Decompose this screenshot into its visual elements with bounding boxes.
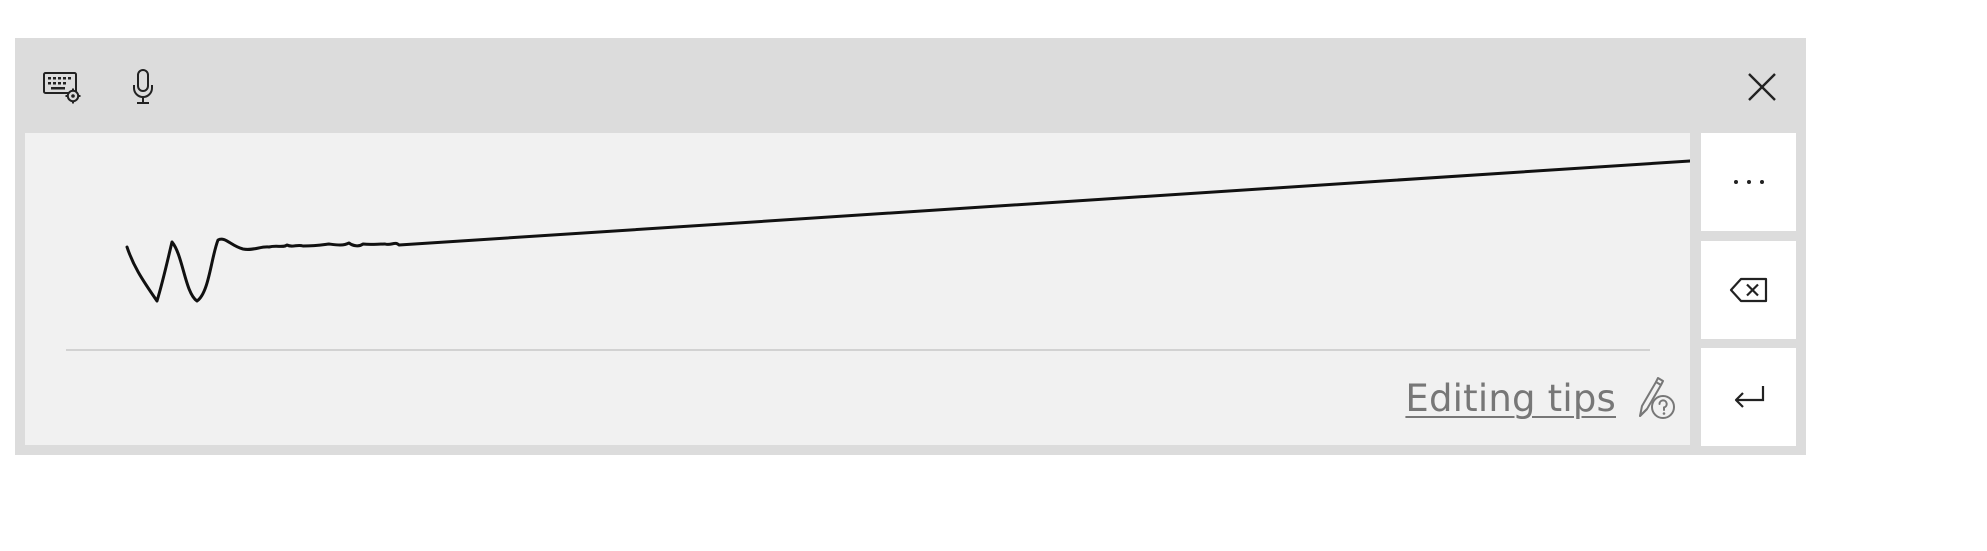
writing-baseline [66,349,1650,351]
microphone-button[interactable] [118,62,168,112]
backspace-icon [1729,277,1767,303]
handwriting-panel: Editing tips [15,38,1806,455]
pen-help-icon [1639,377,1675,419]
handwriting-canvas[interactable]: Editing tips [25,133,1690,445]
backspace-button[interactable] [1701,241,1796,339]
more-icon [1733,180,1764,184]
editing-tips-link[interactable]: Editing tips [1405,370,1676,426]
editing-tips-label: Editing tips [1405,376,1616,420]
more-button[interactable] [1701,133,1796,231]
enter-icon [1734,386,1764,408]
keyboard-settings-icon [43,72,81,104]
panel-toolbar [15,38,1806,133]
enter-button[interactable] [1701,348,1796,446]
close-button[interactable] [1737,62,1787,112]
microphone-icon [133,69,153,104]
keyboard-settings-button[interactable] [37,62,87,112]
close-icon [1748,73,1776,101]
